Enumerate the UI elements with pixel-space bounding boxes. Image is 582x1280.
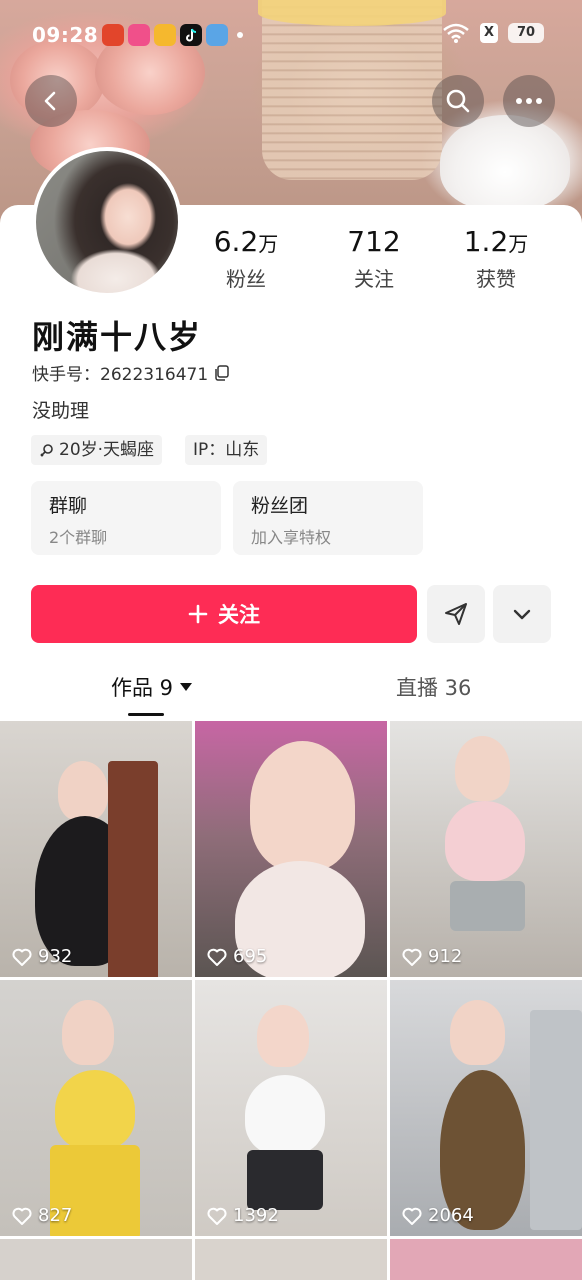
heart-icon (12, 948, 32, 966)
like-count: 912 (402, 946, 462, 967)
tab-live[interactable]: 直播 36 (396, 672, 471, 702)
tiktok-notification-icon (180, 24, 202, 46)
stat-followers[interactable]: 6.2万 粉丝 (191, 225, 301, 292)
more-notifications-dot (237, 32, 243, 38)
follow-label: 关注 (218, 603, 260, 627)
video-thumbnail[interactable]: 912 (390, 721, 582, 977)
follow-button[interactable]: 关注 (31, 585, 417, 643)
plus-icon (188, 604, 208, 624)
banner-cream (440, 115, 570, 210)
send-message-button[interactable] (427, 585, 485, 643)
like-count-value: 912 (428, 946, 463, 967)
ip-location-tag: IP：山东 (185, 435, 268, 465)
group-chat-subtitle: 2个群聊 (49, 528, 108, 547)
stat-unit: 万 (258, 232, 279, 256)
video-thumbnail[interactable]: 1392 (195, 980, 387, 1236)
stat-likes[interactable]: 1.2万 获赞 (441, 225, 551, 292)
status-time: 09:28 (32, 23, 99, 47)
status-bar: 09:28 X 70 (0, 0, 582, 70)
like-count-value: 2064 (428, 1205, 474, 1226)
group-chat-title: 群聊 (49, 495, 88, 517)
recommend-dropdown-button[interactable] (493, 585, 551, 643)
like-count: 695 (207, 946, 267, 967)
tab-works[interactable]: 作品 9 (111, 672, 193, 702)
stat-value: 6.2 (213, 225, 259, 258)
heart-icon (402, 1207, 422, 1225)
gender-female-icon (40, 444, 53, 457)
tag-text: 20岁·天蝎座 (59, 440, 155, 460)
video-thumbnail[interactable] (390, 1239, 582, 1280)
profile-name: 刚满十八岁 (32, 318, 203, 356)
chevron-left-icon (44, 91, 56, 111)
chevron-down-icon (513, 609, 531, 620)
back-button[interactable] (25, 75, 77, 127)
fan-club-title: 粉丝团 (251, 495, 309, 517)
video-thumbnail[interactable] (195, 1239, 387, 1280)
more-button[interactable] (503, 75, 555, 127)
video-thumbnail[interactable]: 695 (195, 721, 387, 977)
more-dots-icon (516, 98, 542, 104)
stat-following[interactable]: 712 关注 (319, 225, 429, 292)
battery-indicator: 70 (508, 23, 544, 43)
tab-label: 作品 9 (111, 676, 174, 700)
copy-icon[interactable] (214, 364, 230, 381)
heart-icon (207, 948, 227, 966)
stat-value: 1.2 (463, 225, 509, 258)
notification-app-icon (128, 24, 150, 46)
video-thumbnail[interactable] (0, 1239, 192, 1280)
like-count-value: 1392 (233, 1205, 279, 1226)
notification-app-icon (102, 24, 124, 46)
video-thumbnail[interactable]: 2064 (390, 980, 582, 1236)
like-count: 827 (12, 1205, 72, 1226)
video-thumbnail[interactable]: 932 (0, 721, 192, 977)
like-count: 1392 (207, 1205, 279, 1226)
kuaishou-id-row[interactable]: 快手号：2622316471 (32, 360, 230, 385)
no-sim-icon: X (480, 23, 498, 43)
kuaishou-id: 快手号：2622316471 (32, 365, 209, 385)
send-icon (445, 603, 467, 625)
like-count-value: 932 (38, 946, 73, 967)
group-chat-card[interactable]: 群聊 2个群聊 (31, 481, 221, 555)
stat-label: 粉丝 (226, 267, 266, 291)
caret-down-icon (180, 683, 193, 691)
search-button[interactable] (432, 75, 484, 127)
stat-value: 712 (347, 225, 401, 258)
heart-icon (12, 1207, 32, 1225)
profile-bio: 没助理 (32, 400, 90, 422)
heart-icon (207, 1207, 227, 1225)
heart-icon (402, 948, 422, 966)
status-right-group: X 70 (442, 23, 544, 43)
notification-app-icon (154, 24, 176, 46)
stat-label: 获赞 (476, 267, 516, 291)
search-icon (446, 89, 470, 113)
fan-club-card[interactable]: 粉丝团 加入享特权 (233, 481, 423, 555)
like-count: 932 (12, 946, 72, 967)
like-count-value: 695 (233, 946, 268, 967)
wifi-icon (443, 23, 469, 43)
like-count: 2064 (402, 1205, 474, 1226)
fan-club-subtitle: 加入享特权 (251, 528, 332, 547)
stat-label: 关注 (354, 267, 394, 291)
video-thumbnail[interactable]: 827 (0, 980, 192, 1236)
weather-notification-icon (206, 24, 228, 46)
avatar[interactable] (32, 147, 182, 297)
stat-unit: 万 (508, 232, 529, 256)
age-constellation-tag: 20岁·天蝎座 (31, 435, 163, 465)
tab-active-indicator (128, 713, 164, 716)
tab-label: 直播 36 (396, 676, 472, 700)
like-count-value: 827 (38, 1205, 73, 1226)
tag-text: IP：山东 (193, 440, 260, 460)
